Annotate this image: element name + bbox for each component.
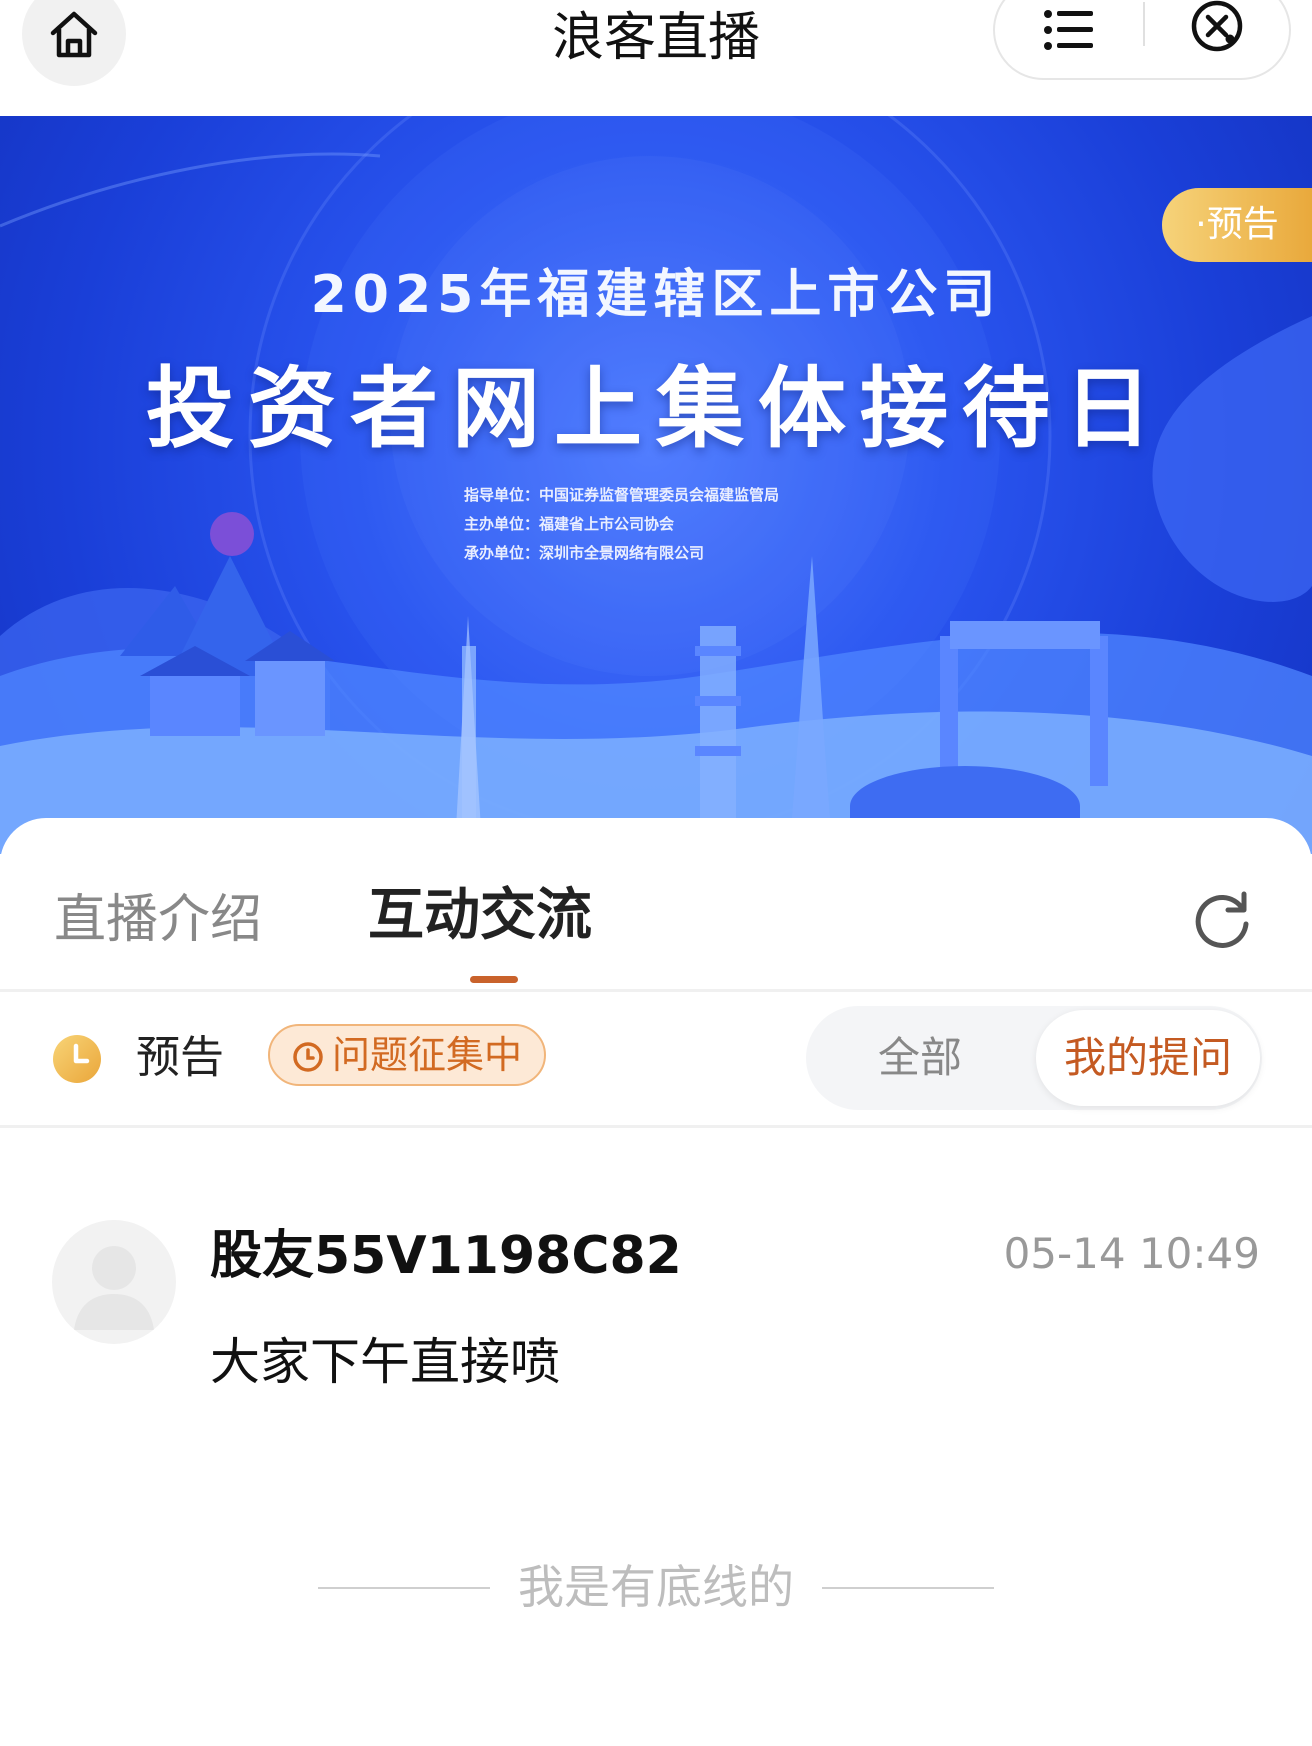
- end-of-list-text: 我是有底线的: [518, 1560, 794, 1614]
- divider: [822, 1587, 994, 1589]
- status-badge: ·预告: [1162, 188, 1312, 262]
- banner-org-line: 承办单位：深圳市全景网络有限公司: [464, 544, 705, 562]
- capsule-divider: [1143, 2, 1145, 46]
- post-timestamp: 05-14 10:49: [1003, 1229, 1260, 1278]
- question-filter-toggle: 全部 我的提问: [806, 1006, 1262, 1110]
- filter-my-questions-button[interactable]: 我的提问: [1036, 1010, 1260, 1106]
- top-nav-bar: 浪客直播: [0, 0, 1312, 116]
- end-of-list: 我是有底线的: [0, 1552, 1312, 1622]
- clock-icon: [53, 1035, 101, 1083]
- banner-org-line: 指导单位：中国证券监督管理委员会福建监管局: [464, 486, 780, 504]
- close-icon[interactable]: [1189, 0, 1245, 54]
- banner-org-line: 主办单位：福建省上市公司协会: [464, 515, 675, 533]
- live-banner[interactable]: ·预告 2025年福建辖区上市公司 投资者网上集体接待日 指导单位：中国证券监督…: [0, 116, 1312, 854]
- divider: [0, 989, 1312, 992]
- tab-interaction[interactable]: 互动交流: [368, 880, 592, 952]
- content-panel: 直播介绍 互动交流 预告 问题征集中 全部 我的提问 股友55V1198C82 …: [0, 818, 1312, 1746]
- banner-title-line2: 投资者网上集体接待日: [145, 357, 1166, 460]
- avatar-icon: [74, 1246, 154, 1330]
- avatar[interactable]: [52, 1220, 176, 1344]
- banner-title-line1: 2025年福建辖区上市公司: [310, 265, 1002, 325]
- refresh-icon[interactable]: [1190, 888, 1254, 952]
- mini-program-capsule: [993, 0, 1291, 80]
- active-tab-indicator: [470, 976, 518, 983]
- divider: [0, 1125, 1312, 1128]
- live-status-label: 预告: [136, 1032, 224, 1083]
- tab-live-intro[interactable]: 直播介绍: [54, 884, 262, 956]
- timer-icon: [293, 1042, 323, 1072]
- question-collecting-label: 问题征集中: [332, 1033, 523, 1077]
- question-collecting-tag: 问题征集中: [268, 1024, 546, 1086]
- post-content: 大家下午直接喷: [210, 1333, 560, 1391]
- menu-icon[interactable]: [1043, 8, 1095, 52]
- post-username: 股友55V1198C82: [210, 1226, 682, 1286]
- filter-all-button[interactable]: 全部: [806, 1006, 1034, 1110]
